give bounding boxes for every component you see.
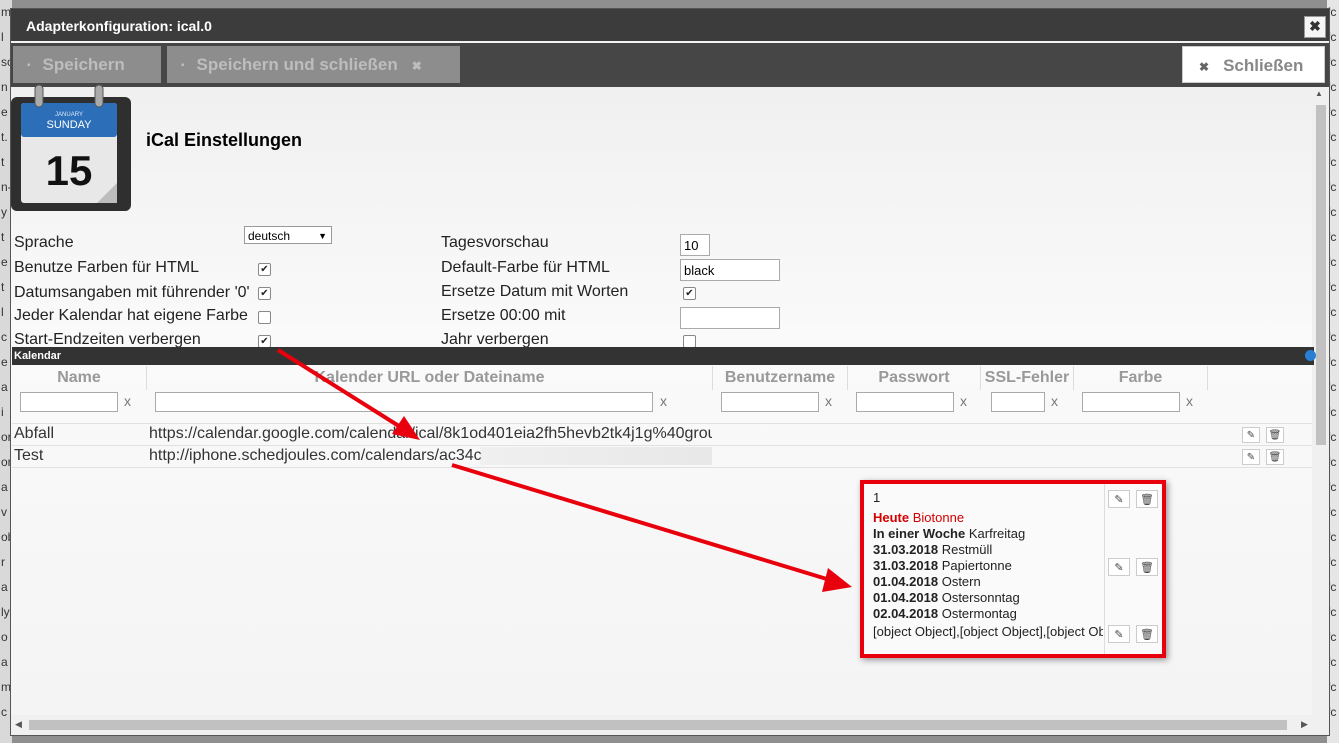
popup-line: 01.04.2018 Ostersonntag: [873, 590, 1020, 605]
arrowhead-2: [822, 568, 852, 592]
arrow-line-1: [276, 348, 404, 430]
pencil-icon[interactable]: ✎: [1108, 490, 1130, 508]
trash-icon[interactable]: 🗑: [1136, 625, 1158, 643]
popup-line: 02.04.2018 Ostermontag: [873, 606, 1017, 621]
ical-html-preview-popup: 1 ✎ 🗑 Heute Biotonne In einer Woche Karf…: [860, 480, 1166, 658]
popup-number: 1: [873, 490, 881, 505]
popup-line: 31.03.2018 Restmüll: [873, 542, 993, 557]
pencil-icon[interactable]: ✎: [1108, 558, 1130, 576]
popup-line: 01.04.2018 Ostern: [873, 574, 981, 589]
popup-object-text: [object Object],[object Object],[object …: [873, 624, 1103, 639]
pencil-icon[interactable]: ✎: [1108, 625, 1130, 643]
arrowhead-1: [392, 416, 420, 440]
popup-line: 31.03.2018 Papiertonne: [873, 558, 1012, 573]
trash-icon[interactable]: 🗑: [1136, 490, 1158, 508]
popup-divider: [1104, 484, 1105, 654]
popup-line: Heute Biotonne: [873, 510, 965, 525]
popup-line: In einer Woche Karfreitag: [873, 526, 1026, 541]
trash-icon[interactable]: 🗑: [1136, 558, 1158, 576]
arrow-line-2: [451, 463, 831, 582]
